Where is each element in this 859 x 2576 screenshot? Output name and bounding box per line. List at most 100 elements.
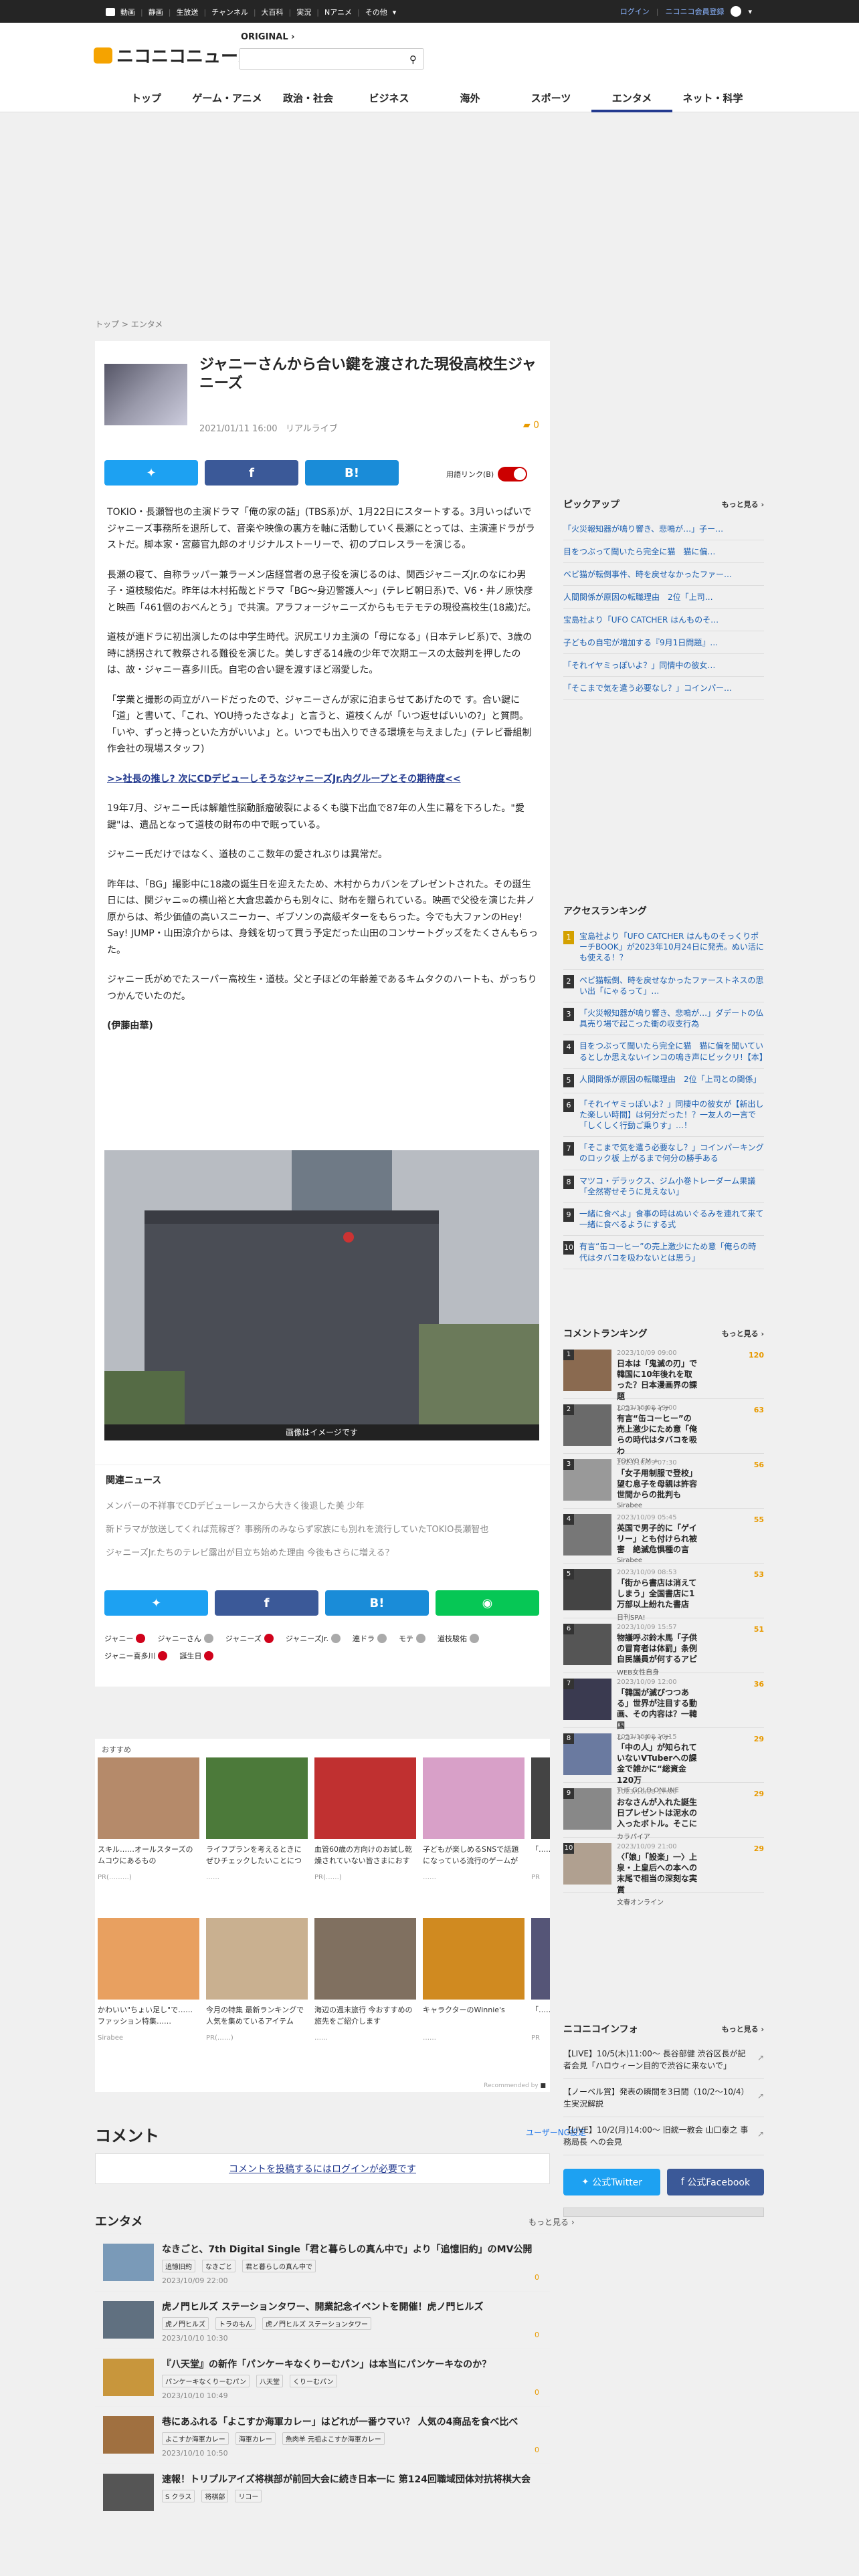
info-icon[interactable] (377, 1634, 387, 1643)
news-tag[interactable]: 八天堂 (256, 2375, 283, 2388)
comment-ranking-item[interactable]: 10 2023/10/09 21:00 〈「娘」「設楽」一〉上泉・上皇后への本への末… (563, 1838, 764, 1907)
recommend-card[interactable]: 「……」 PR (531, 1757, 550, 1898)
nicopedia-icon[interactable] (204, 1651, 214, 1660)
news-title[interactable]: 巷にあふれる「よこすか海軍カレー」はどれが一番ウマい？ 人気の4商品を食べ比べ (162, 2416, 537, 2428)
related-news-item[interactable]: 新ドラマが放送してくれば荒稼ぎ？事務所のみならず家族にも別れを流行していたTOK… (106, 1522, 539, 1535)
news-tag[interactable]: よこすか海軍カレー (162, 2432, 229, 2446)
access-ranking-item[interactable]: 6 「それイヤミっぽいよ？」同棲中の彼女が【新出した楽しい時間】は何分だった！？一… (563, 1093, 764, 1138)
nav-tab[interactable]: トップ (106, 80, 187, 112)
entame-more-link[interactable]: もっと見る › (529, 2216, 575, 2228)
avatar[interactable] (731, 6, 742, 17)
service-link-more[interactable]: その他 (365, 7, 387, 17)
comment-ranking-item[interactable]: 9 2023/10/08 17:00 おなさんが入れた誕生日プレゼントは泥水の入った… (563, 1783, 764, 1841)
niconico-home-icon[interactable] (106, 8, 115, 16)
nav-tab-active[interactable]: エンタメ (591, 80, 672, 112)
news-tag[interactable]: 君と暮らしの真ん中で (242, 2260, 316, 2273)
access-ranking-item[interactable]: 2 ペビ猫転倒、時を戻せなかったファーストネスの思い出「にゃるって」… (563, 970, 764, 1002)
recommend-card[interactable]: かわいい"ちょい足し"で……ファッション特集…… Sirabee (98, 1918, 199, 2058)
access-ranking-item[interactable]: 7 「そこまで気を遣う必要なし？」コインパーキングのロック板 上がるまで何分の勝手… (563, 1137, 764, 1170)
access-ranking-item[interactable]: 3 「火災報知器が鳴り響き、悲鳴が…」ダデートの仏具売り場で起こった衝の収支行為 (563, 1002, 764, 1036)
service-link[interactable]: チャンネル (211, 7, 248, 17)
news-title[interactable]: 速報！トリプルアイズ将棋部が前回大会に続き日本一に 第124回職域団体対抗将棋大… (162, 2474, 537, 2486)
nav-tab[interactable]: 政治・社会 (268, 80, 349, 112)
news-item[interactable]: なきごと、7th Digital Single「君と暮らしの真ん中で」より「追憶… (95, 2234, 550, 2291)
comment-ranking-item[interactable]: 4 2023/10/09 05:45 英国で男子的に「ゲイリー」とも付けられ被害 絶… (563, 1509, 764, 1564)
news-tag[interactable]: リコー (235, 2490, 262, 2503)
recommend-card[interactable]: 「……」 PR (531, 1918, 550, 2058)
official-facebook-button[interactable]: f 公式Facebook (667, 2169, 764, 2195)
tag-chip[interactable]: ジャニーズ (225, 1633, 274, 1644)
related-news-item[interactable]: メンバーの不祥事でCDデビューレースから大きく後退した美 少年 (106, 1499, 539, 1511)
recommend-card[interactable]: 血管60歳の方向けのお試し乾燥されていない皆さまにおすすめの PR(……) (314, 1757, 416, 1898)
tag-chip[interactable]: 誕生日 (179, 1650, 214, 1661)
recommend-card[interactable]: スキル……オールスターズのムコウにあるもの PR(………) (98, 1757, 199, 1898)
access-ranking-item[interactable]: 9 一緒に食べよ」食事の時はぬいぐるみを連れて来て一緒に食べるようにする式 (563, 1203, 764, 1237)
news-item[interactable]: 速報！トリプルアイズ将棋部が前回大会に続き日本一に 第124回職域団体対抗将棋大… (95, 2464, 550, 2521)
comment-ranking-more-link[interactable]: もっと見る › (722, 1328, 764, 1339)
news-title[interactable]: なきごと、7th Digital Single「君と暮らしの真ん中で」より「追憶… (162, 2244, 537, 2256)
nav-tab[interactable]: ビジネス (349, 80, 430, 112)
access-ranking-item[interactable]: 10 有言“缶コーヒー”の売上激少にため意「俺らの時代はタバコを吸わないとは思う」 (563, 1236, 764, 1269)
chevron-down-icon[interactable]: ▾ (748, 7, 752, 16)
pickup-item[interactable]: 目をつぶって聞いたら完全に猫 猫に偏… (563, 540, 764, 563)
news-title[interactable]: 『八天堂』の新作「パンケーキなくりーむパン」は本当にパンケーキなのか？ (162, 2359, 537, 2371)
comment-ranking-item[interactable]: 1 2023/10/09 09:00 日本は「鬼滅の刃」で韓国に10年後れを取った？… (563, 1344, 764, 1413)
service-link[interactable]: 生放送 (176, 7, 198, 17)
original-link[interactable]: ORIGINAL › (241, 32, 295, 42)
comment-ranking-item[interactable]: 2 2023/10/08 19:00 有言“缶コーヒー”の売上激少にため意「俺らの時… (563, 1399, 764, 1465)
breadcrumb-item[interactable]: エンタメ (131, 320, 163, 329)
info-icon[interactable] (330, 1634, 341, 1643)
article-source[interactable]: リアルライブ (286, 424, 338, 434)
recommend-card[interactable]: キャラクターのWinnie's …… (423, 1918, 524, 2058)
tag-chip[interactable]: ジャニーさん (157, 1633, 213, 1644)
official-twitter-button[interactable]: ✦ 公式Twitter (563, 2169, 660, 2195)
service-link[interactable]: 実況 (296, 7, 311, 17)
service-link[interactable]: 静画 (149, 7, 163, 17)
info-icon[interactable] (203, 1634, 213, 1643)
news-tag[interactable]: S クラス (162, 2490, 195, 2503)
comment-ranking-item[interactable]: 3 2023/10/09 07:30 「女子用制服で登校」望む息子を母親は許容 世間… (563, 1454, 764, 1509)
pickup-item[interactable]: 子どもの自宅が増加する『9月1日問題』… (563, 631, 764, 654)
recommend-card[interactable]: 子どもが楽しめるSNSで話題になっている流行のゲームが登場 …… (423, 1757, 524, 1898)
nav-tab[interactable]: ゲーム・アニメ (187, 80, 268, 112)
news-tag[interactable]: なきごと (202, 2260, 235, 2273)
news-tag[interactable]: 海軍カレー (235, 2432, 276, 2446)
share-facebook-button[interactable]: f (205, 460, 298, 486)
news-tag[interactable]: 追憶旧約 (162, 2260, 195, 2273)
comment-ranking-item[interactable]: 7 2023/10/09 12:00 「韓国が滅びつつある」世界が注目する動画、その… (563, 1673, 764, 1742)
glossary-toggle[interactable]: 用語リンク(B) (446, 467, 528, 481)
site-logo[interactable]: ニコニコニュース (94, 43, 255, 68)
nicopedia-icon[interactable] (264, 1634, 274, 1643)
share-facebook-button[interactable]: f (215, 1590, 318, 1616)
nicopedia-icon[interactable] (158, 1651, 168, 1660)
share-twitter-button[interactable]: ✦ (104, 460, 198, 486)
comment-ranking-item[interactable]: 5 2023/10/09 08:53 「街から書店は消えてしまう」全国書店に1万部以… (563, 1564, 764, 1622)
share-line-button[interactable]: ◉ (436, 1590, 539, 1616)
comment-login-link[interactable]: コメントを投稿するにはログインが必要です (95, 2153, 550, 2184)
news-tag[interactable]: 虎ノ門ヒルズ (162, 2317, 209, 2331)
info-icon[interactable] (469, 1634, 479, 1643)
news-title[interactable]: 虎ノ門ヒルズ ステーションタワー、開業記念イベントを開催！虎ノ門ヒルズ (162, 2301, 537, 2313)
comment-count[interactable]: ▰ 0 (523, 420, 539, 431)
niconico-info-item[interactable]: 【ノーベル賞】発表の瞬間を3日間（10/2～10/4）生実況解説 (563, 2079, 764, 2117)
news-tag[interactable]: くりーむパン (290, 2375, 337, 2388)
recommend-card[interactable]: 今月の特集 最新ランキングで人気を集めているアイテム PR(……) (206, 1918, 308, 2058)
pickup-item[interactable]: 宝島社より「UFO CATCHER はんものそ… (563, 609, 764, 631)
search-icon[interactable]: ⚲ (409, 53, 417, 66)
news-tag[interactable]: 将棋部 (201, 2490, 229, 2503)
news-tag[interactable]: パンケーキなくりーむパン (162, 2375, 250, 2388)
breadcrumb-item[interactable]: トップ (95, 320, 119, 329)
news-tag[interactable]: 虎ノ門ヒルズ ステーションタワー (262, 2317, 371, 2331)
info-icon[interactable] (415, 1634, 425, 1643)
tag-chip[interactable]: ジャニー喜多川 (104, 1650, 168, 1661)
pickup-item[interactable]: 人間関係が原因の転職理由 2位「上司… (563, 586, 764, 609)
pickup-item[interactable]: 「それイヤミっぽいよ？」同情中の彼女… (563, 654, 764, 677)
access-ranking-item[interactable]: 1 宝島社より「UFO CATCHER はんものそっくりポーチBOOK」が2023… (563, 926, 764, 970)
access-ranking-item[interactable]: 8 マツコ・デラックス、ジム小巻トレーダーム果議 「全然寄せそうに見えない」 (563, 1170, 764, 1203)
tag-chip[interactable]: 連ドラ (353, 1633, 387, 1644)
pickup-item[interactable]: 「そこまで気を遣う必要なし？」コインパー… (563, 677, 764, 700)
recommend-card[interactable]: 海辺の週末旅行 今おすすめの旅先をご紹介します …… (314, 1918, 416, 2058)
news-tag[interactable]: トラのもん (215, 2317, 256, 2331)
nav-tab[interactable]: ネット・科学 (672, 80, 753, 112)
comment-ranking-item[interactable]: 8 2023/10/08 10:15 「中の人」が知られていないVTuberへの課金… (563, 1728, 764, 1794)
